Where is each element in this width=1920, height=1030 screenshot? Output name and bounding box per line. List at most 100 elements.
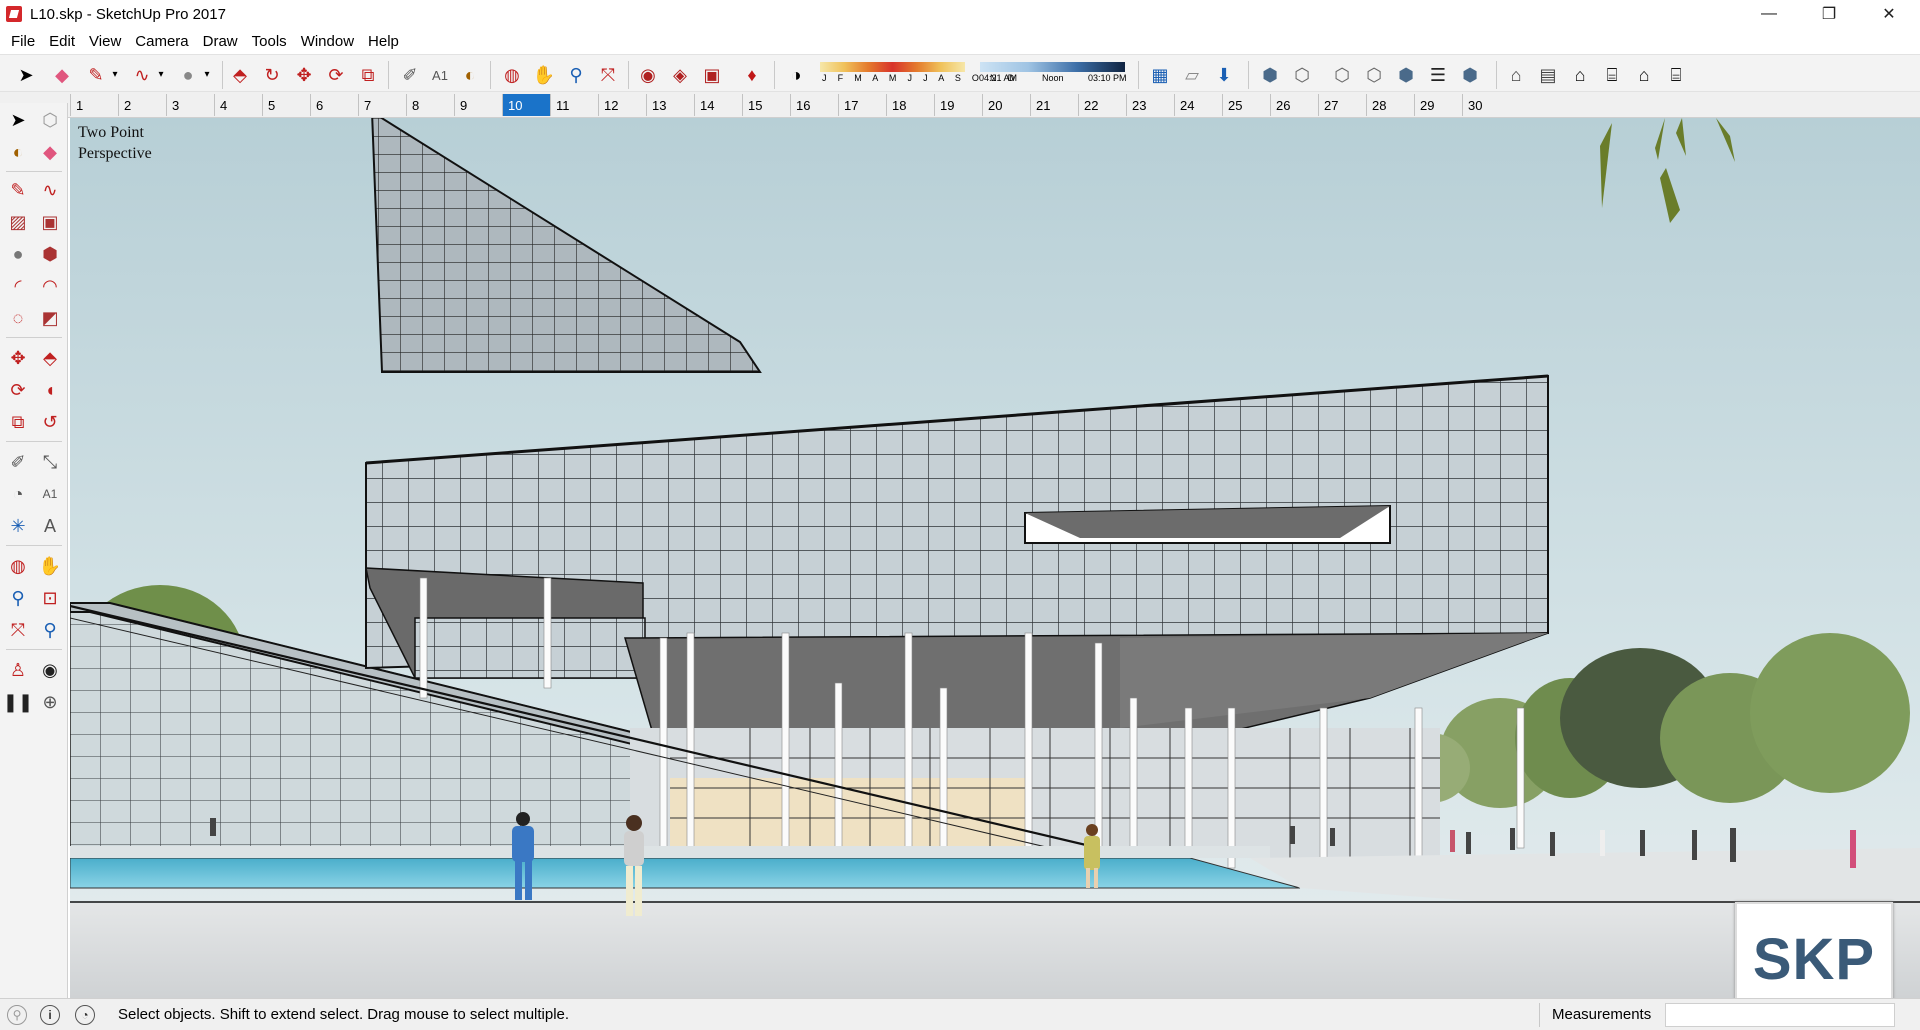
credits-icon[interactable]: i <box>40 1005 60 1025</box>
scene-tab-21[interactable]: 21 <box>1030 94 1078 116</box>
axes-tool-icon[interactable]: ✳ <box>5 513 31 539</box>
previous-view-tool-icon[interactable]: ⚲ <box>37 617 63 643</box>
rotate-icon[interactable]: ⟳ <box>324 63 348 87</box>
zoom-extents-tool-icon[interactable]: ⤧ <box>5 617 31 643</box>
style-shaded-icon[interactable]: ⬡ <box>1290 63 1314 87</box>
scene-tab-9[interactable]: 9 <box>454 94 502 116</box>
orbit-icon[interactable]: ◍ <box>500 63 524 87</box>
zoom-window-tool-icon[interactable]: ⊡ <box>37 585 63 611</box>
style-hidden-line-icon[interactable]: ⬢ <box>1258 63 1282 87</box>
orbit-tool-icon[interactable]: ◍ <box>5 553 31 579</box>
polygon-tool-icon[interactable]: ⬢ <box>37 241 63 267</box>
zoom-extents-icon[interactable]: ⤧ <box>596 63 620 87</box>
style-wireframe-icon[interactable]: ⬇ <box>1212 63 1236 87</box>
view-front-icon[interactable]: ⌂ <box>1568 63 1592 87</box>
scene-tab-16[interactable]: 16 <box>790 94 838 116</box>
component-tool-icon[interactable]: ⬡ <box>37 107 63 133</box>
scene-tab-15[interactable]: 15 <box>742 94 790 116</box>
circle-icon[interactable]: ● <box>176 63 200 87</box>
zoom-icon[interactable]: ⚲ <box>564 63 588 87</box>
shadow-month-slider[interactable] <box>820 62 965 72</box>
scene-tab-26[interactable]: 26 <box>1270 94 1318 116</box>
style-xray-icon[interactable]: ▦ <box>1148 63 1172 87</box>
scene-tab-1[interactable]: 1 <box>70 94 118 116</box>
chevron-down-icon[interactable]: ▾ <box>108 63 122 87</box>
rectangle-tool-icon[interactable]: ▨ <box>5 209 31 235</box>
shadow-time-slider[interactable] <box>980 62 1125 72</box>
pan-tool-icon[interactable]: ✋ <box>37 553 63 579</box>
menu-draw[interactable]: Draw <box>196 33 245 50</box>
menu-edit[interactable]: Edit <box>42 33 82 50</box>
arc-tool-icon[interactable]: ◜ <box>5 273 31 299</box>
scene-tab-30[interactable]: 30 <box>1462 94 1510 116</box>
scene-tab-19[interactable]: 19 <box>934 94 982 116</box>
rotate-tool-icon[interactable]: ⟳ <box>5 377 31 403</box>
view-back-icon[interactable]: ⌂ <box>1632 63 1656 87</box>
scale-icon[interactable]: ⧉ <box>356 63 380 87</box>
line-tool-icon[interactable]: ✎ <box>5 177 31 203</box>
rotated-rectangle-tool-icon[interactable]: ▣ <box>37 209 63 235</box>
minimize-button[interactable]: — <box>1746 0 1792 28</box>
scene-tab-2[interactable]: 2 <box>118 94 166 116</box>
style-back-edges-icon[interactable]: ▱ <box>1180 63 1204 87</box>
push-pull-tool-icon[interactable]: ⬘ <box>37 345 63 371</box>
walk-tool-icon[interactable]: ❚❚ <box>3 689 33 715</box>
scene-tab-23[interactable]: 23 <box>1126 94 1174 116</box>
scene-tab-11[interactable]: 11 <box>550 94 598 116</box>
freehand-tool-icon[interactable]: ∿ <box>37 177 63 203</box>
scene-tab-25[interactable]: 25 <box>1222 94 1270 116</box>
scene-tab-22[interactable]: 22 <box>1078 94 1126 116</box>
follow-me-icon[interactable]: ↻ <box>260 63 284 87</box>
scene-tab-13[interactable]: 13 <box>646 94 694 116</box>
scene-tab-3[interactable]: 3 <box>166 94 214 116</box>
scene-tab-17[interactable]: 17 <box>838 94 886 116</box>
style-shaded-textures-icon[interactable]: ⬡ <box>1330 63 1354 87</box>
menu-camera[interactable]: Camera <box>128 33 195 50</box>
view-iso-icon[interactable]: ⌂ <box>1504 63 1528 87</box>
scene-tab-14[interactable]: 14 <box>694 94 742 116</box>
paint-bucket-icon[interactable]: ◐ <box>458 63 482 87</box>
layers-icon[interactable]: ☰ <box>1426 63 1450 87</box>
close-button[interactable]: ✕ <box>1866 0 1912 28</box>
scene-tab-24[interactable]: 24 <box>1174 94 1222 116</box>
scene-tab-5[interactable]: 5 <box>262 94 310 116</box>
follow-me-tool-icon[interactable]: ◖ <box>37 377 63 403</box>
scene-tab-29[interactable]: 29 <box>1414 94 1462 116</box>
geo-location-icon[interactable]: ⚲ <box>7 1005 27 1025</box>
push-pull-icon[interactable]: ⬘ <box>228 63 252 87</box>
scene-tab-7[interactable]: 7 <box>358 94 406 116</box>
section-plane-tool-icon[interactable]: ⊕ <box>37 689 63 715</box>
3d-text-tool-icon[interactable]: A <box>37 513 63 539</box>
zoom-tool-icon[interactable]: ⚲ <box>5 585 31 611</box>
move-icon[interactable]: ✥ <box>292 63 316 87</box>
scene-tab-28[interactable]: 28 <box>1366 94 1414 116</box>
scene-tab-6[interactable]: 6 <box>310 94 358 116</box>
menu-tools[interactable]: Tools <box>245 33 294 50</box>
scene-tab-10[interactable]: 10 <box>502 94 550 116</box>
paint-bucket-tool-icon[interactable]: ◐ <box>5 139 31 165</box>
maximize-button[interactable]: ❐ <box>1806 0 1852 28</box>
scale-tool-icon[interactable]: ⧉ <box>5 409 31 435</box>
eraser-icon[interactable]: ◆ <box>50 63 74 87</box>
3-point-arc-tool-icon[interactable]: ◌ <box>5 305 31 331</box>
move-tool-icon[interactable]: ✥ <box>5 345 31 371</box>
scene-tab-12[interactable]: 12 <box>598 94 646 116</box>
chevron-down-icon[interactable]: ▾ <box>200 63 214 87</box>
edge-style-icon[interactable]: ⬢ <box>1458 63 1482 87</box>
scene-tab-4[interactable]: 4 <box>214 94 262 116</box>
select-tool-icon[interactable]: ➤ <box>5 107 31 133</box>
text-icon[interactable]: A1 <box>428 63 452 87</box>
circle-tool-icon[interactable]: ● <box>5 241 31 267</box>
view-right-icon[interactable]: ⌸ <box>1600 63 1624 87</box>
freehand-icon[interactable]: ∿ <box>130 63 154 87</box>
menu-window[interactable]: Window <box>294 33 361 50</box>
measurements-input[interactable] <box>1665 1003 1895 1027</box>
eraser-tool-icon[interactable]: ◆ <box>37 139 63 165</box>
user-account-icon[interactable]: ◔ <box>75 1005 95 1025</box>
protractor-tool-icon[interactable]: ◔ <box>5 481 31 507</box>
scene-tab-27[interactable]: 27 <box>1318 94 1366 116</box>
look-around-tool-icon[interactable]: ◉ <box>37 657 63 683</box>
view-left-icon[interactable]: ⌸ <box>1664 63 1688 87</box>
warehouse-share-icon[interactable]: ◈ <box>668 63 692 87</box>
scene-tab-18[interactable]: 18 <box>886 94 934 116</box>
